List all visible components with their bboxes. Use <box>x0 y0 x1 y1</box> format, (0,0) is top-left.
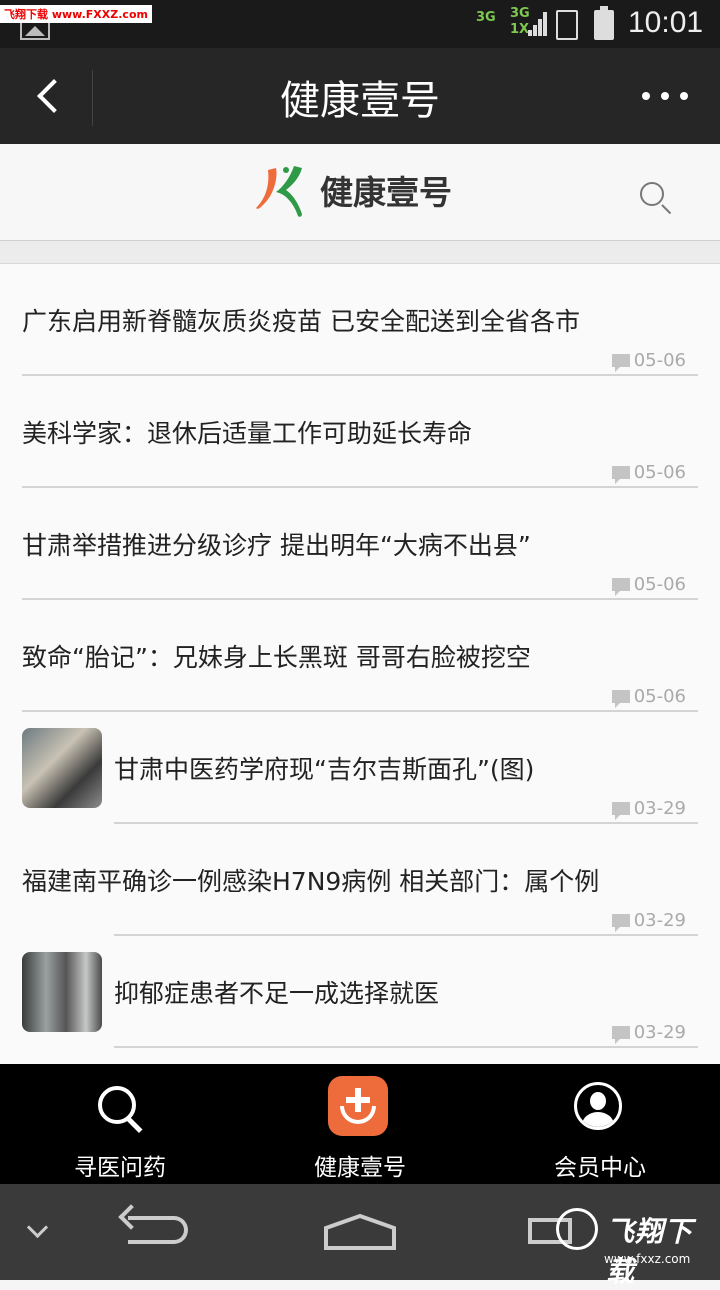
article-thumbnail <box>22 952 102 1032</box>
article-date: 05-06 <box>633 462 686 483</box>
title-divider <box>92 70 93 126</box>
title-bar: 健康壹号 <box>0 48 720 144</box>
article-date: 05-06 <box>633 574 686 595</box>
list-item[interactable]: 福建南平确诊一例感染H7N9病例 相关部门：属个例 03-29 <box>0 824 720 936</box>
comment-icon <box>611 1026 630 1044</box>
nav-item-find-doctor[interactable]: 寻医问药 <box>0 1064 240 1184</box>
system-home-icon[interactable] <box>322 1212 398 1252</box>
article-title: 甘肃举措推进分级诊疗 提出明年“大病不出县” <box>22 531 531 560</box>
chevron-down-icon[interactable] <box>26 1216 49 1239</box>
watermark-logo-icon <box>556 1208 598 1250</box>
article-date: 03-29 <box>633 910 686 931</box>
comment-icon <box>611 802 630 820</box>
article-thumbnail <box>22 728 102 808</box>
search-icon[interactable] <box>636 178 676 218</box>
article-date: 05-06 <box>633 686 686 707</box>
more-dots-icon[interactable] <box>630 76 700 116</box>
nav-label: 健康壹号 <box>314 1155 406 1181</box>
article-meta: 05-06 <box>611 686 686 708</box>
signal-bars-icon <box>528 10 548 36</box>
site-header: 健康壹号 <box>0 144 720 241</box>
list-item[interactable]: 广东启用新脊髓灰质炎疫苗 已安全配送到全省各市 05-06 <box>0 264 720 376</box>
jk-logo-icon <box>256 166 302 217</box>
divider <box>114 1046 698 1048</box>
article-meta: 03-29 <box>611 910 686 932</box>
user-icon <box>574 1082 622 1130</box>
health-plus-icon <box>328 1076 388 1136</box>
article-meta: 05-06 <box>611 574 686 596</box>
network-3g-label: 3G <box>476 10 496 25</box>
list-item[interactable]: 甘肃中医药学府现“吉尔吉斯面孔”(图) 03-29 <box>0 712 720 824</box>
article-title: 抑郁症患者不足一成选择就医 <box>114 979 440 1008</box>
nav-item-health[interactable]: 健康壹号 <box>240 1064 480 1184</box>
article-title: 美科学家：退休后适量工作可助延长寿命 <box>22 419 473 448</box>
article-meta: 03-29 <box>611 798 686 820</box>
list-item[interactable]: 致命“胎记”：兄妹身上长黑斑 哥哥右脸被挖空 05-06 <box>0 600 720 712</box>
comment-icon <box>611 466 630 484</box>
article-title: 福建南平确诊一例感染H7N9病例 相关部门：属个例 <box>22 867 600 896</box>
section-gap <box>0 241 720 264</box>
comment-icon <box>611 690 630 708</box>
article-date: 05-06 <box>633 350 686 371</box>
article-title: 致命“胎记”：兄妹身上长黑斑 哥哥右脸被挖空 <box>22 643 531 672</box>
comment-icon <box>611 354 630 372</box>
article-meta: 05-06 <box>611 462 686 484</box>
nav-label: 会员中心 <box>554 1155 646 1181</box>
back-arrow-icon[interactable] <box>0 48 92 144</box>
brand-name: 健康壹号 <box>320 173 452 212</box>
list-item[interactable]: 甘肃举措推进分级诊疗 提出明年“大病不出县” 05-06 <box>0 488 720 600</box>
article-meta: 05-06 <box>611 350 686 372</box>
battery-icon <box>594 6 614 40</box>
comment-icon <box>611 914 630 932</box>
network-3g-label-2: 3G <box>510 6 530 21</box>
article-date: 03-29 <box>633 1022 686 1043</box>
article-title: 广东启用新脊髓灰质炎疫苗 已安全配送到全省各市 <box>22 307 580 336</box>
status-bar: 飞翔下载 www.FXXZ.com 3G 3G 1X 10:01 <box>0 0 720 48</box>
watermark-footer-sub: www.fxxz.com <box>604 1252 691 1266</box>
clock: 10:01 <box>628 6 704 39</box>
watermark-label: 飞翔下载 www.FXXZ.com <box>0 5 152 23</box>
article-title: 甘肃中医药学府现“吉尔吉斯面孔”(图) <box>114 755 535 784</box>
list-item[interactable]: 抑郁症患者不足一成选择就医 03-29 <box>0 936 720 1048</box>
article-date: 03-29 <box>633 798 686 819</box>
network-1x-label: 1X <box>510 22 530 37</box>
system-back-icon[interactable] <box>128 1216 188 1244</box>
sim-card-icon <box>556 10 578 40</box>
article-list: 广东启用新脊髓灰质炎疫苗 已安全配送到全省各市 05-06 美科学家：退休后适量… <box>0 264 720 1064</box>
bottom-nav: 寻医问药 健康壹号 会员中心 <box>0 1064 720 1184</box>
comment-icon <box>611 578 630 596</box>
page-title: 健康壹号 <box>280 78 440 124</box>
nav-item-member[interactable]: 会员中心 <box>480 1064 720 1184</box>
list-item[interactable]: 美科学家：退休后适量工作可助延长寿命 05-06 <box>0 376 720 488</box>
watermark-footer: 飞翔下载 <box>606 1215 694 1288</box>
article-meta: 03-29 <box>611 1022 686 1044</box>
nav-label: 寻医问药 <box>74 1155 166 1181</box>
search-icon <box>96 1084 144 1132</box>
